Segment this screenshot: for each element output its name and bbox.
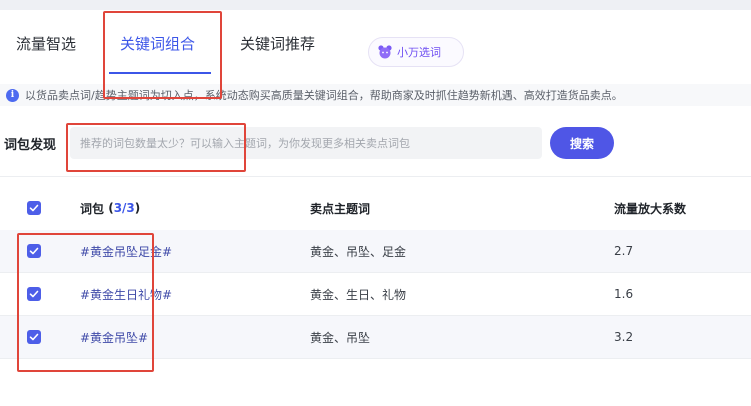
check-icon: [29, 290, 39, 298]
header-word-package: 词包 (3/3): [80, 186, 140, 230]
section-divider: [0, 176, 751, 177]
bear-icon: [378, 45, 392, 59]
search-row: 词包发现 搜索: [0, 126, 751, 160]
topic-words: 黄金、吊坠、足金: [310, 244, 407, 259]
assistant-pill-label: 小万选词: [397, 46, 441, 59]
topic-words: 黄金、吊坠: [310, 330, 371, 345]
row-checkbox[interactable]: [27, 330, 41, 344]
tab-bar: 流量智选 关键词组合 关键词推荐 小万选词: [0, 10, 751, 74]
assistant-pill-button[interactable]: 小万选词: [368, 37, 464, 67]
info-notice-bar: i 以货品卖点词/趋势主题词为切入点，系统动态购买高质量关键词组合，帮助商家及时…: [0, 84, 751, 106]
search-button[interactable]: 搜索: [550, 127, 614, 159]
header-count: 3/3: [113, 201, 135, 215]
tab-traffic-select[interactable]: 流量智选: [16, 34, 76, 54]
table-row: #黄金吊坠# 黄金、吊坠 3.2: [0, 316, 751, 359]
table-row: #黄金吊坠足金# 黄金、吊坠、足金 2.7: [0, 230, 751, 273]
keyword-package-link[interactable]: #黄金吊坠足金#: [80, 243, 172, 260]
row-checkbox[interactable]: [27, 287, 41, 301]
keyword-package-table: 词包 (3/3) 卖点主题词 流量放大系数 #黄金吊坠足金# 黄金、吊坠、足金 …: [0, 186, 751, 359]
keyword-package-link[interactable]: #黄金生日礼物#: [80, 286, 172, 303]
table-header-row: 词包 (3/3) 卖点主题词 流量放大系数: [0, 186, 751, 230]
active-tab-indicator: [109, 72, 211, 74]
header-count-close: ): [134, 201, 141, 215]
top-strip: [0, 0, 751, 10]
tab-keyword-combination[interactable]: 关键词组合: [120, 34, 195, 54]
select-all-checkbox[interactable]: [27, 201, 41, 215]
check-icon: [29, 247, 39, 255]
table-row: #黄金生日礼物# 黄金、生日、礼物 1.6: [0, 273, 751, 316]
row-checkbox[interactable]: [27, 244, 41, 258]
search-label: 词包发现: [4, 138, 57, 153]
header-factor: 流量放大系数: [614, 201, 687, 216]
traffic-factor: 1.6: [614, 287, 634, 301]
tab-keyword-recommendation[interactable]: 关键词推荐: [240, 34, 315, 54]
topic-words: 黄金、生日、礼物: [310, 287, 407, 302]
topic-search-input[interactable]: [70, 127, 542, 159]
header-word-label: 词包: [80, 201, 105, 216]
keyword-package-link[interactable]: #黄金吊坠#: [80, 329, 148, 346]
info-icon: i: [6, 88, 19, 102]
traffic-factor: 2.7: [614, 244, 634, 258]
notice-text: 以货品卖点词/趋势主题词为切入点，系统动态购买高质量关键词组合，帮助商家及时抓住…: [25, 89, 623, 102]
check-icon: [29, 333, 39, 341]
traffic-factor: 3.2: [614, 330, 634, 344]
header-topic: 卖点主题词: [310, 201, 371, 216]
check-icon: [29, 204, 39, 212]
